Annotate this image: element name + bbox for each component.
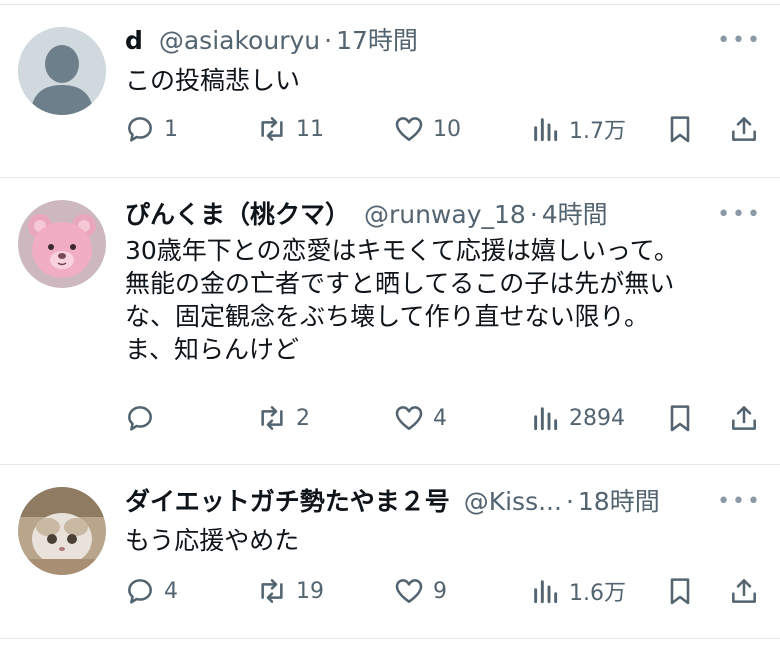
view-count: 2894 [569,405,625,431]
share-icon [732,117,756,141]
timestamp[interactable]: 17時間 [336,26,418,55]
share-button[interactable] [728,113,760,145]
bookmark-button[interactable] [664,113,696,145]
handle[interactable]: @asiakouryu [159,26,320,55]
timestamp[interactable]: 18時間 [578,487,660,516]
bar-chart-icon [534,407,558,431]
tweet-text-line: もう応援やめた [125,526,300,555]
like-count: 9 [433,578,447,604]
tweet[interactable]: d @asiakouryu · 17時間 ••• この投稿悲しい 1 11 10 1… [0,0,780,176]
reply-count: 1 [164,116,178,142]
reply-icon [128,117,152,142]
display-name[interactable]: ダイエットガチ勢たやま２号 [125,487,450,516]
pink-teddy-bear-icon [18,200,106,288]
bookmark-button[interactable] [664,575,696,607]
tweet-header: d @asiakouryu · 17時間 [125,26,418,56]
retweet-button[interactable]: 11 [256,113,324,145]
tweet-text: この投稿悲しい [125,64,300,97]
tweet-text-line: 無能の金の亡者ですと晒してるこの子は先が無い [125,269,675,298]
like-count: 10 [433,116,461,142]
bookmark-icon [670,578,690,605]
display-name[interactable]: ぴんくま（桃クマ） [125,200,350,229]
separator: · [529,200,538,229]
views-button[interactable]: 1.6万 [529,575,626,607]
reply-button[interactable]: 4 [124,575,178,607]
reply-icon [128,579,152,604]
like-button[interactable]: 10 [393,113,461,145]
retweet-button[interactable]: 2 [256,402,310,434]
heart-icon [395,117,423,141]
share-icon [732,406,756,430]
default-avatar-icon [18,27,106,115]
action-bar: 1 11 10 1.7万 [0,113,780,153]
retweet-button[interactable]: 19 [256,575,324,607]
retweet-count: 2 [296,405,310,431]
action-bar: 4 19 9 1.6万 [0,575,780,615]
retweet-icon [261,579,283,603]
tweet-text-line: 30歳年下との恋愛はキモくて応援は嬉しいって。 [125,236,679,265]
views-button[interactable]: 1.7万 [529,113,626,145]
reply-count: 4 [164,578,178,604]
reply-button[interactable] [124,402,164,434]
avatar[interactable] [18,27,106,115]
share-button[interactable] [728,575,760,607]
tweet-text-line: この投稿悲しい [125,66,301,95]
bookmark-icon [670,116,690,143]
tweet-text-line: ま、知らんけど [125,335,300,364]
like-button[interactable]: 9 [393,575,447,607]
heart-icon [395,579,423,603]
tweet[interactable]: ぴんくま（桃クマ） @runway_18 · 4時間 ••• 30歳年下との恋愛はキ… [0,178,780,464]
like-button[interactable]: 4 [393,402,447,434]
bookmark-button[interactable] [664,402,696,434]
retweet-count: 19 [296,578,324,604]
more-options-icon[interactable]: ••• [717,489,762,514]
view-count: 1.6万 [569,581,626,606]
cat-photo-icon [18,487,106,575]
tweet-header: ダイエットガチ勢たやま２号 @Kiss... · 18時間 [125,487,660,517]
heart-icon [395,406,423,430]
timestamp[interactable]: 4時間 [542,200,608,229]
retweet-icon [261,117,283,141]
divider [0,638,780,639]
handle[interactable]: @runway_18 [364,200,526,229]
avatar[interactable] [18,200,106,288]
bar-chart-icon [534,580,558,604]
like-count: 4 [433,405,447,431]
retweet-count: 11 [296,116,324,142]
bar-chart-icon [534,118,558,142]
tweet-text: もう応援やめた [125,524,299,557]
separator: · [324,26,333,55]
more-options-icon[interactable]: ••• [717,202,762,227]
views-button[interactable]: 2894 [529,402,625,434]
bookmark-icon [670,405,690,432]
tweet[interactable]: ダイエットガチ勢たやま２号 @Kiss... · 18時間 ••• もう応援やめた … [0,465,780,637]
more-options-icon[interactable]: ••• [717,28,762,53]
tweet-header: ぴんくま（桃クマ） @runway_18 · 4時間 [125,200,608,230]
reply-button[interactable]: 1 [124,113,178,145]
tweet-text: 30歳年下との恋愛はキモくて応援は嬉しいって。 無能の金の亡者ですと晒してるこの… [125,234,679,366]
action-bar: 2 4 2894 [0,402,780,442]
separator: · [565,487,574,516]
tweet-text-line: な、固定観念をぶち壊して作り直せない限り。 [125,302,650,331]
share-icon [732,579,756,603]
retweet-icon [261,406,283,430]
display-name[interactable]: d [125,26,143,55]
share-button[interactable] [728,402,760,434]
avatar[interactable] [18,487,106,575]
handle[interactable]: @Kiss... [464,487,562,516]
view-count: 1.7万 [569,119,626,144]
reply-icon [128,406,152,431]
